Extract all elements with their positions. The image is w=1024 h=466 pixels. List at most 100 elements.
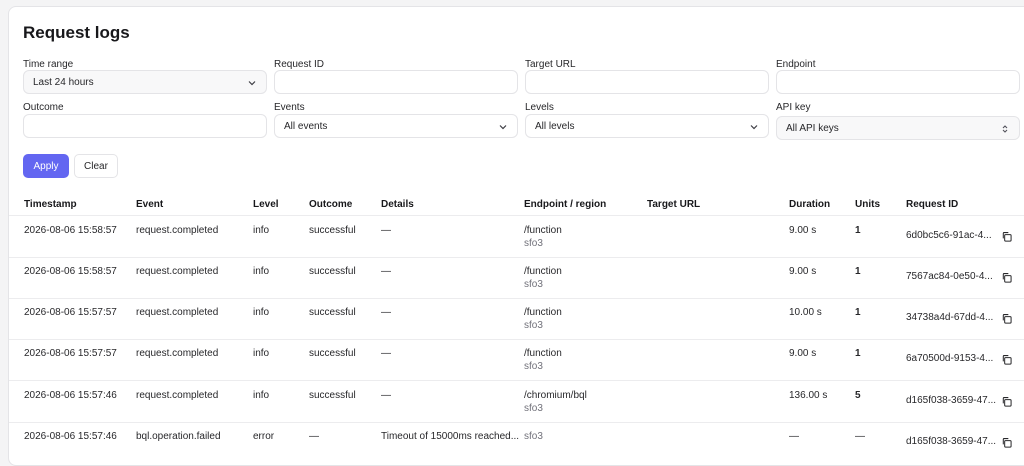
cell-request-id: 7567ac84-0e50-4... bbox=[906, 271, 993, 282]
copy-icon[interactable] bbox=[1001, 231, 1012, 242]
time-range-select[interactable]: Last 24 hours bbox=[23, 70, 267, 94]
col-duration: Duration bbox=[789, 199, 831, 210]
cell-endpoint: /function bbox=[524, 266, 562, 277]
api-key-value: All API keys bbox=[786, 122, 839, 134]
cell-units: 1 bbox=[855, 266, 861, 277]
cell-units: 1 bbox=[855, 348, 861, 359]
chevron-down-icon bbox=[750, 125, 758, 130]
cell-details: — bbox=[381, 348, 391, 359]
cell-outcome: successful bbox=[309, 348, 356, 359]
events-value: All events bbox=[284, 120, 328, 132]
cell-units: 1 bbox=[855, 225, 861, 236]
cell-level: info bbox=[253, 390, 270, 401]
cell-outcome: — bbox=[309, 431, 319, 442]
outcome-label: Outcome bbox=[23, 102, 64, 113]
cell-duration: 9.00 s bbox=[789, 225, 817, 236]
target-url-label: Target URL bbox=[525, 59, 576, 70]
cell-outcome: successful bbox=[309, 225, 356, 236]
cell-duration: — bbox=[789, 431, 799, 442]
cell-region: sfo3 bbox=[524, 279, 543, 290]
copy-icon[interactable] bbox=[1001, 437, 1012, 448]
cell-outcome: successful bbox=[309, 390, 356, 401]
page-title: Request logs bbox=[23, 23, 130, 42]
cell-request-id: 34738a4d-67dd-4... bbox=[906, 312, 994, 323]
cell-details: Timeout of 15000ms reached... bbox=[381, 431, 520, 442]
cell-request-id: d165f038-3659-47... bbox=[906, 436, 997, 447]
cell-event: request.completed bbox=[136, 307, 219, 318]
copy-icon[interactable] bbox=[1001, 354, 1012, 365]
col-level: Level bbox=[253, 199, 279, 210]
cell-endpoint: /function bbox=[524, 348, 562, 359]
col-endpoint-region: Endpoint / region bbox=[524, 199, 607, 210]
cell-level: error bbox=[253, 431, 275, 442]
cell-request-id: 6d0bc5c6-91ac-4... bbox=[906, 230, 992, 241]
header-divider bbox=[9, 215, 1024, 216]
request-id-input[interactable] bbox=[274, 70, 518, 94]
cell-event: request.completed bbox=[136, 266, 219, 277]
cell-region: sfo3 bbox=[524, 320, 543, 331]
cell-details: — bbox=[381, 266, 391, 277]
cell-duration: 9.00 s bbox=[789, 348, 817, 359]
cell-endpoint: /chromium/bql bbox=[524, 390, 587, 401]
cell-duration: 136.00 s bbox=[789, 390, 828, 401]
row-divider bbox=[9, 298, 1024, 299]
request-id-label: Request ID bbox=[274, 59, 325, 70]
events-label: Events bbox=[274, 102, 305, 113]
col-request-id: Request ID bbox=[906, 199, 959, 210]
cell-units: 1 bbox=[855, 307, 861, 318]
cell-region: sfo3 bbox=[524, 361, 543, 372]
copy-icon[interactable] bbox=[1001, 313, 1012, 324]
cell-outcome: successful bbox=[309, 307, 356, 318]
copy-icon[interactable] bbox=[1001, 272, 1012, 283]
apply-button[interactable]: Apply bbox=[23, 154, 69, 178]
endpoint-label: Endpoint bbox=[776, 59, 816, 70]
endpoint-input[interactable] bbox=[776, 70, 1020, 94]
cell-event: request.completed bbox=[136, 348, 219, 359]
cell-duration: 9.00 s bbox=[789, 266, 817, 277]
cell-timestamp: 2026-08-06 15:57:46 bbox=[24, 390, 117, 401]
api-key-label: API key bbox=[776, 102, 811, 113]
col-timestamp: Timestamp bbox=[24, 199, 77, 210]
col-units: Units bbox=[855, 199, 880, 210]
cell-request-id: 6a70500d-9153-4... bbox=[906, 353, 994, 364]
events-select[interactable]: All events bbox=[274, 114, 518, 138]
cell-duration: 10.00 s bbox=[789, 307, 822, 318]
chevron-down-icon bbox=[499, 125, 507, 130]
cell-level: info bbox=[253, 307, 270, 318]
outcome-input[interactable] bbox=[23, 114, 267, 138]
cell-timestamp: 2026-08-06 15:57:57 bbox=[24, 307, 117, 318]
row-divider bbox=[9, 422, 1024, 423]
cell-units: — bbox=[855, 431, 865, 442]
cell-timestamp: 2026-08-06 15:58:57 bbox=[24, 225, 117, 236]
cell-region: sfo3 bbox=[524, 238, 543, 249]
col-outcome: Outcome bbox=[309, 199, 353, 210]
cell-region: sfo3 bbox=[524, 431, 543, 442]
time-range-value: Last 24 hours bbox=[33, 76, 94, 88]
cell-units: 5 bbox=[855, 390, 861, 401]
target-url-input[interactable] bbox=[525, 70, 769, 94]
copy-icon[interactable] bbox=[1001, 396, 1012, 407]
cell-request-id: d165f038-3659-47... bbox=[906, 395, 997, 406]
cell-level: info bbox=[253, 348, 270, 359]
row-divider bbox=[9, 380, 1024, 381]
api-key-select[interactable]: All API keys bbox=[776, 116, 1020, 140]
col-event: Event bbox=[136, 199, 164, 210]
chevron-down-icon bbox=[248, 81, 256, 86]
levels-value: All levels bbox=[535, 120, 575, 132]
levels-select[interactable]: All levels bbox=[525, 114, 769, 138]
cell-level: info bbox=[253, 266, 270, 277]
clear-button[interactable]: Clear bbox=[74, 154, 118, 178]
col-target-url: Target URL bbox=[647, 199, 701, 210]
cell-endpoint: /function bbox=[524, 225, 562, 236]
cell-timestamp: 2026-08-06 15:57:57 bbox=[24, 348, 117, 359]
cell-level: info bbox=[253, 225, 270, 236]
cell-details: — bbox=[381, 307, 391, 318]
row-divider bbox=[9, 339, 1024, 340]
time-range-label: Time range bbox=[23, 59, 74, 70]
cell-timestamp: 2026-08-06 15:57:46 bbox=[24, 431, 117, 442]
col-details: Details bbox=[381, 199, 414, 210]
cell-timestamp: 2026-08-06 15:58:57 bbox=[24, 266, 117, 277]
row-divider bbox=[9, 257, 1024, 258]
cell-details: — bbox=[381, 390, 391, 401]
levels-label: Levels bbox=[525, 102, 554, 113]
